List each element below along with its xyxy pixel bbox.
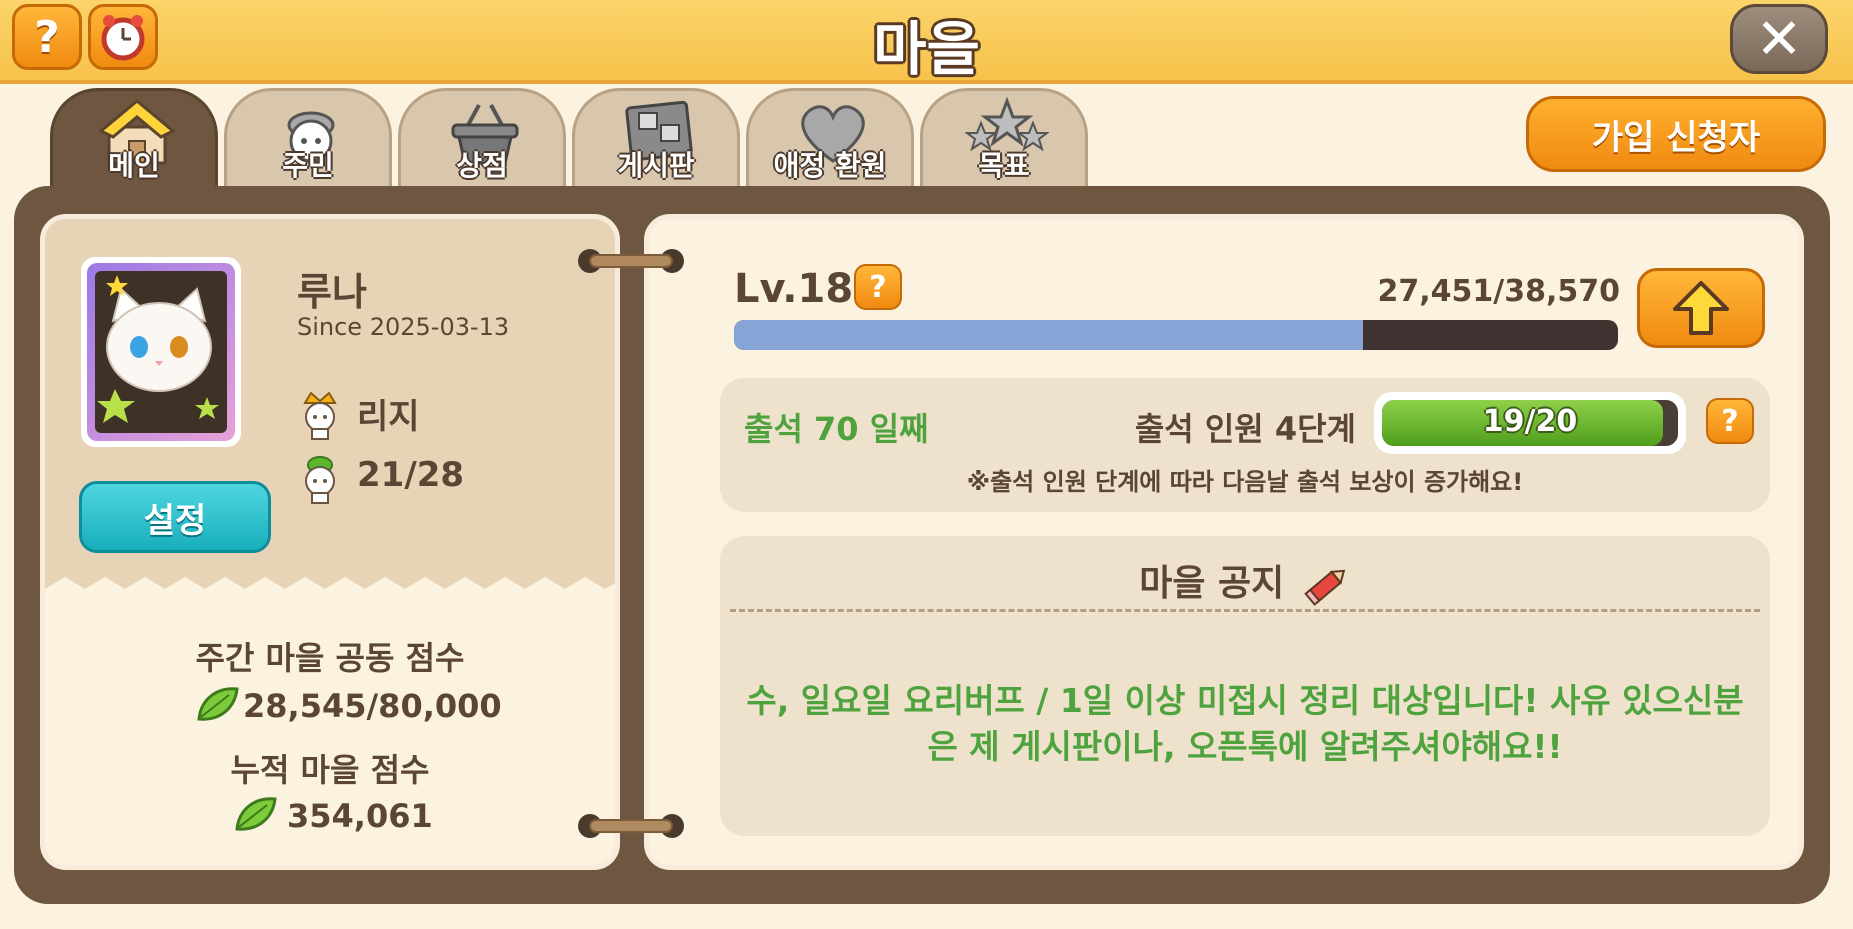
tab-affection-return[interactable]: 애정 환원 <box>746 88 914 188</box>
tab-board[interactable]: 게시판 <box>572 88 740 188</box>
total-score-title: 누적 마을 점수 <box>230 751 430 789</box>
settings-button[interactable]: 설정 <box>79 481 271 553</box>
attendance-help-button[interactable]: ? <box>1706 398 1754 444</box>
level-up-button[interactable] <box>1637 268 1765 348</box>
weekly-score-value: 28,545/80,000 <box>243 687 502 725</box>
pencil-edit-icon[interactable] <box>1303 563 1351 607</box>
rope-binding <box>578 249 684 273</box>
page-title: 마을 <box>873 15 980 83</box>
weekly-score-title: 주간 마을 공동 점수 <box>195 639 465 677</box>
attendance-progress-bar: 19/20 <box>1374 392 1686 454</box>
alarm-button[interactable] <box>88 4 158 70</box>
attendance-days: 출석 70 일째 <box>744 410 929 448</box>
notice-title: 마을 공지 <box>720 554 1770 607</box>
village-info-panel: 루나 Since 2025-03-13 리지 21/28 설정 주간 마을 공동… <box>40 214 620 870</box>
notice-text: 수, 일요일 요리버프 / 1일 이상 미접시 정리 대상입니다! 사유 있으신… <box>746 681 1744 766</box>
tab-main[interactable]: 메인 <box>50 88 218 188</box>
arrow-up-icon <box>1673 281 1729 335</box>
notice-divider <box>730 609 1760 612</box>
village-name: 루나 <box>297 270 367 314</box>
level-help-button[interactable]: ? <box>854 264 902 310</box>
zigzag-divider <box>45 577 615 603</box>
attendance-progress-text: 19/20 <box>1482 404 1578 439</box>
tab-goals[interactable]: 목표 <box>920 88 1088 188</box>
exp-text: 27,451/38,570 <box>1377 274 1621 309</box>
leader-crown-icon <box>303 391 337 440</box>
rope-binding <box>578 814 684 838</box>
village-avatar <box>81 257 241 447</box>
village-since: Since 2025-03-13 <box>297 313 510 341</box>
alarm-clock-icon <box>101 15 145 61</box>
notice-title-text: 마을 공지 <box>1139 563 1285 604</box>
tab-affection-return-label: 애정 환원 <box>773 149 887 182</box>
close-button[interactable]: ✕ <box>1730 4 1828 74</box>
cat-icon <box>97 275 219 423</box>
tab-goals-label: 목표 <box>978 149 1030 182</box>
tab-shop[interactable]: 상점 <box>398 88 566 188</box>
member-count: 21/28 <box>357 455 465 495</box>
tab-residents[interactable]: 주민 <box>224 88 392 188</box>
help-button[interactable]: ? <box>12 4 82 70</box>
member-sprout-icon <box>305 456 335 504</box>
total-score-value: 354,061 <box>287 797 433 835</box>
exp-progress-fill <box>734 320 1364 350</box>
tab-residents-label: 주민 <box>282 149 334 182</box>
attendance-note: ※출석 인원 단계에 따라 다음날 출석 보상이 증가해요! <box>966 468 1524 496</box>
village-level: Lv.18 <box>734 266 854 312</box>
leaf-icon <box>235 797 277 831</box>
tab-main-label: 메인 <box>108 149 160 182</box>
tab-shop-label: 상점 <box>456 149 508 182</box>
exp-progress-bar <box>734 320 1618 350</box>
attendance-stage: 출석 인원 4단계 <box>1134 410 1356 448</box>
leaf-icon <box>197 687 239 721</box>
join-applicants-button[interactable]: 가입 신청자 <box>1526 96 1826 172</box>
leader-name: 리지 <box>357 397 420 437</box>
tab-board-label: 게시판 <box>617 149 695 182</box>
